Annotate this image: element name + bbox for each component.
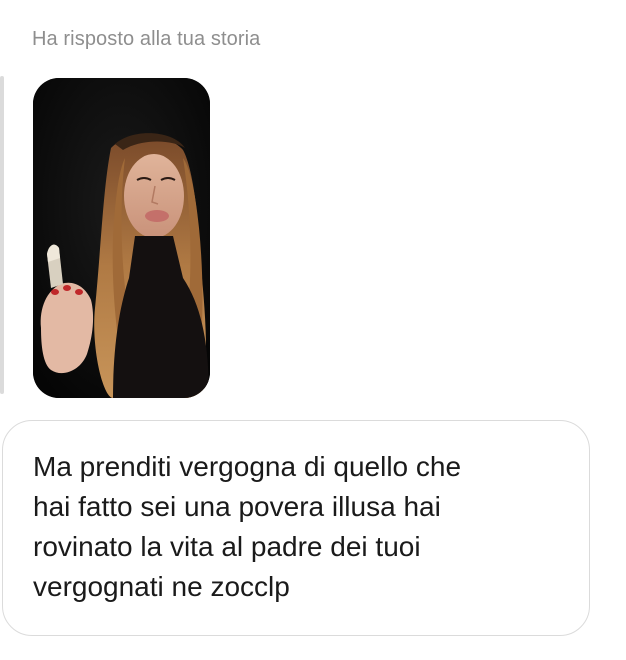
reply-context-label: Ha risposto alla tua storia bbox=[32, 28, 261, 50]
message-text: Ma prenditi vergogna di quello che hai f… bbox=[33, 451, 462, 602]
reply-indicator-bar bbox=[0, 76, 4, 394]
story-video-thumbnail-icon bbox=[33, 78, 210, 398]
story-thumbnail[interactable] bbox=[33, 78, 210, 398]
message-bubble[interactable]: Ma prenditi vergogna di quello che hai f… bbox=[2, 420, 590, 636]
